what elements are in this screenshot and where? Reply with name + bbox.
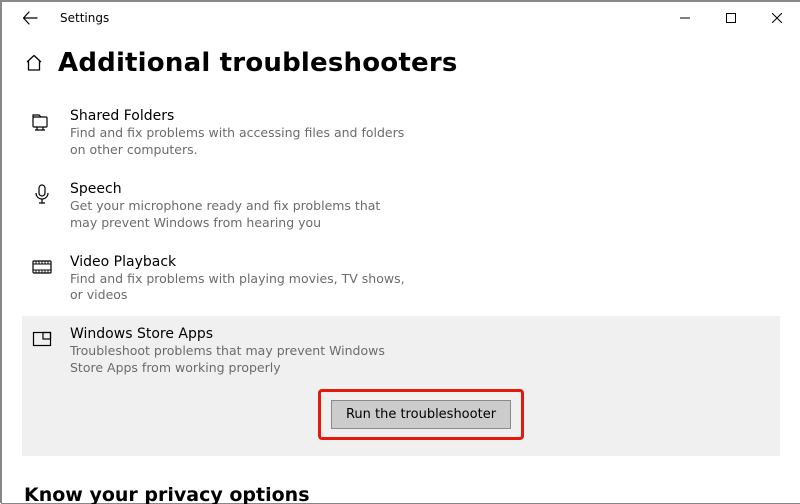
page-title: Additional troubleshooters	[58, 48, 458, 78]
shared-folders-icon	[30, 108, 54, 132]
window-controls	[662, 2, 800, 34]
speech-icon	[30, 181, 54, 205]
troubleshooter-text: Windows Store Apps Troubleshoot problems…	[70, 326, 772, 440]
troubleshooter-item-speech[interactable]: Speech Get your microphone ready and fix…	[22, 171, 780, 244]
app-title: Settings	[60, 11, 109, 25]
troubleshooter-desc: Find and fix problems with accessing fil…	[70, 125, 410, 159]
troubleshooter-desc: Troubleshoot problems that may prevent W…	[70, 343, 410, 377]
home-icon[interactable]	[24, 53, 44, 73]
troubleshooter-item-windows-store-apps[interactable]: Windows Store Apps Troubleshoot problems…	[22, 316, 780, 456]
back-arrow-icon	[22, 10, 38, 26]
minimize-button[interactable]	[662, 2, 708, 34]
maximize-icon	[726, 13, 736, 23]
windows-store-apps-icon	[30, 326, 54, 350]
minimize-icon	[680, 13, 690, 23]
run-troubleshooter-button[interactable]: Run the troubleshooter	[331, 400, 511, 429]
troubleshooter-title: Video Playback	[70, 254, 772, 270]
run-row: Run the troubleshooter	[70, 389, 772, 440]
run-highlight-box: Run the troubleshooter	[318, 389, 524, 440]
close-button[interactable]	[754, 2, 800, 34]
video-playback-icon	[30, 254, 54, 278]
troubleshooter-text: Shared Folders Find and fix problems wit…	[70, 108, 772, 159]
troubleshooter-title: Speech	[70, 181, 772, 197]
troubleshooter-item-shared-folders[interactable]: Shared Folders Find and fix problems wit…	[22, 98, 780, 171]
troubleshooter-text: Speech Get your microphone ready and fix…	[70, 181, 772, 232]
privacy-heading: Know your privacy options	[24, 484, 780, 504]
content-area: Additional troubleshooters Shared Folder…	[2, 34, 800, 504]
troubleshooter-title: Shared Folders	[70, 108, 772, 124]
close-icon	[772, 13, 782, 23]
titlebar: Settings	[2, 2, 800, 34]
troubleshooter-text: Video Playback Find and fix problems wit…	[70, 254, 772, 305]
troubleshooter-desc: Find and fix problems with playing movie…	[70, 271, 410, 305]
maximize-button[interactable]	[708, 2, 754, 34]
back-button[interactable]	[16, 4, 44, 32]
troubleshooter-title: Windows Store Apps	[70, 326, 772, 342]
page-header: Additional troubleshooters	[24, 48, 780, 78]
troubleshooter-item-video-playback[interactable]: Video Playback Find and fix problems wit…	[22, 244, 780, 317]
troubleshooter-list: Shared Folders Find and fix problems wit…	[22, 98, 780, 456]
troubleshooter-desc: Get your microphone ready and fix proble…	[70, 198, 410, 232]
privacy-section: Know your privacy options Learn how this…	[24, 484, 780, 504]
